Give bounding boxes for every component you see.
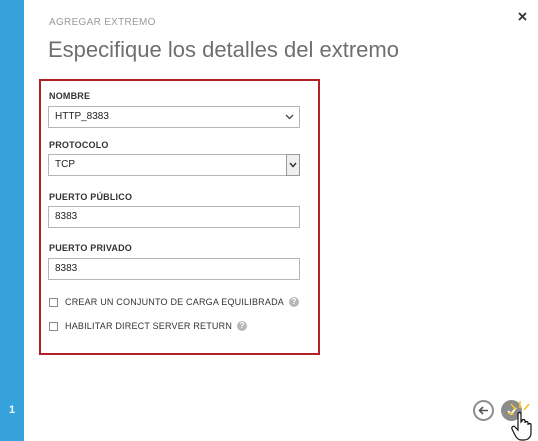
direct-server-return-checkbox[interactable] bbox=[49, 321, 58, 331]
public-port-input[interactable]: 8383 bbox=[48, 206, 300, 228]
chevron-down-icon bbox=[279, 107, 299, 127]
help-icon[interactable]: ? bbox=[237, 321, 248, 331]
close-icon bbox=[517, 11, 527, 21]
direct-server-return-label: HABILITAR DIRECT SERVER RETURN bbox=[65, 321, 233, 331]
name-value: HTTP_8383 bbox=[55, 111, 109, 122]
load-balanced-checkbox[interactable] bbox=[49, 297, 58, 307]
name-label: NOMBRE bbox=[49, 91, 91, 101]
direct-server-return-option[interactable]: HABILITAR DIRECT SERVER RETURN ? bbox=[49, 319, 248, 333]
protocol-label: PROTOCOLO bbox=[49, 140, 109, 150]
wizard-step-number: 1 bbox=[8, 404, 16, 416]
public-port-label: PUERTO PÚBLICO bbox=[49, 192, 133, 202]
wizard-side-rail bbox=[0, 0, 24, 441]
cursor-hand-icon bbox=[508, 401, 532, 441]
private-port-label: PUERTO PRIVADO bbox=[49, 243, 132, 253]
chevron-down-icon bbox=[286, 154, 300, 176]
protocol-select[interactable]: TCP bbox=[48, 154, 300, 176]
private-port-value: 8383 bbox=[55, 263, 78, 274]
public-port-value: 8383 bbox=[55, 211, 78, 222]
name-dropdown[interactable]: HTTP_8383 bbox=[48, 106, 300, 128]
load-balanced-label: CREAR UN CONJUNTO DE CARGA EQUILIBRADA bbox=[65, 297, 284, 307]
help-icon[interactable]: ? bbox=[288, 297, 299, 307]
load-balanced-option[interactable]: CREAR UN CONJUNTO DE CARGA EQUILIBRADA ? bbox=[49, 295, 299, 309]
arrow-left-icon bbox=[478, 406, 488, 415]
dialog-title: Especifique los detalles del extremo bbox=[48, 37, 399, 62]
private-port-input[interactable]: 8383 bbox=[48, 258, 300, 280]
back-button[interactable] bbox=[473, 400, 494, 421]
dialog-subtitle: AGREGAR EXTREMO bbox=[49, 17, 156, 28]
close-button[interactable] bbox=[512, 6, 532, 26]
protocol-value: TCP bbox=[55, 159, 75, 170]
